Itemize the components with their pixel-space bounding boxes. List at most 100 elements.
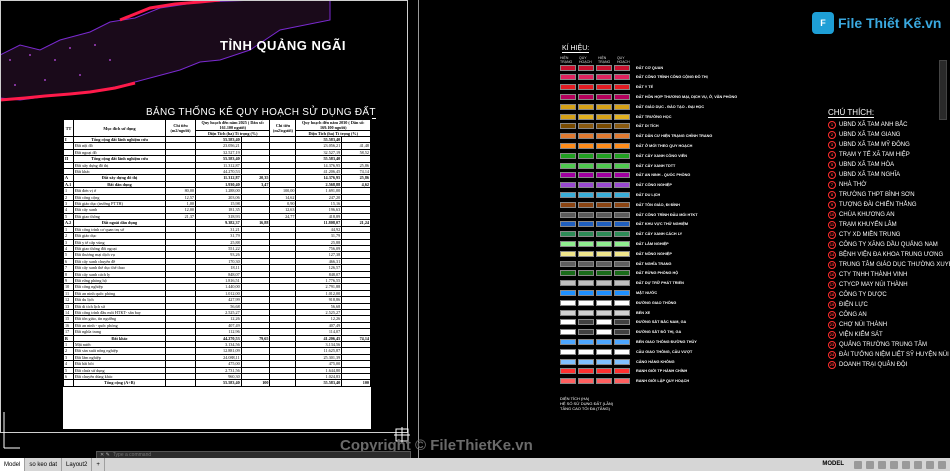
legend-swatch [560, 133, 576, 140]
col-norm-2030: Chỉ tiêu (m2/người) [269, 119, 297, 137]
site-logo: F File Thiết Kế.vn [812, 12, 941, 34]
note-number-badge: 20 [828, 310, 836, 319]
legend-swatch [560, 221, 576, 228]
note-item: 15 TRUNG TÂM GIÁO DỤC THƯỜNG XUYÊN [828, 260, 950, 269]
navigation-bar[interactable] [939, 60, 947, 120]
legend-swatch [560, 74, 576, 81]
legend-item-label: CẦU GIAO THÔNG, CẦU VƯỢT [636, 349, 693, 354]
legend-swatch [596, 289, 612, 296]
note-item: 16 CTY TNHH THÀNH VINH [828, 270, 907, 279]
legend-swatch [596, 103, 612, 110]
legend-swatch [596, 250, 612, 257]
legend-swatch [560, 368, 576, 375]
legend-item-label: RANH GIỚI TP HÀNH CHÍNH [636, 369, 688, 374]
legend-swatch [614, 358, 630, 365]
note-label: UBND XÃ TAM HÒA [839, 161, 895, 168]
legend-item-label: ĐẤT DU LỊCH [636, 192, 661, 197]
legend-swatch [614, 191, 630, 198]
legend-swatch [578, 211, 594, 218]
note-number-badge: 5 [828, 160, 836, 169]
table-body: I Tổng cộng đất lãnh nghiệm cứu 55.583,40 5… [63, 135, 371, 387]
legend-swatch [560, 338, 576, 345]
legend-swatch [596, 280, 612, 287]
legend-swatch [596, 319, 612, 326]
legend-swatch [596, 309, 612, 316]
legend-item: ĐẤT DU LỊCH [560, 191, 660, 198]
note-label: TƯỢNG ĐÀI CHIẾN THẮNG [839, 201, 917, 208]
tab-layout2[interactable]: Layout2 [62, 458, 93, 471]
polar-toggle-icon[interactable] [890, 460, 898, 469]
status-tools: MODEL [822, 460, 950, 469]
note-label: VIỆN KIỂM SÁT [839, 331, 883, 338]
note-item: 19 ĐIỆN LỰC [828, 300, 868, 309]
legend-swatch [560, 329, 576, 336]
tab-model[interactable]: Model [0, 458, 26, 471]
legend-swatch [578, 221, 594, 228]
legend-swatch [596, 113, 612, 120]
model-space-label[interactable]: MODEL [822, 461, 850, 469]
note-number-badge: 16 [828, 270, 836, 279]
cad-drawing-canvas[interactable]: TỈNH QUẢNG NGÃI BẢNG THỐNG KÊ QUY HOẠCH … [0, 0, 950, 458]
legend-swatch [596, 191, 612, 198]
legend-item: RANH GIỚI TP HÀNH CHÍNH [560, 368, 687, 375]
legend-item-label: ĐẤT NGHĨA TRANG [636, 261, 672, 266]
tab-layout-so-keo-dat[interactable]: so keo dat [25, 458, 63, 471]
legend-item: ĐƯỜNG SẮT ĐÔ THỊ, GA [560, 329, 681, 336]
legend-swatch [596, 358, 612, 365]
legend-swatch [578, 84, 594, 91]
note-label: ĐIỆN LỰC [839, 301, 868, 308]
note-item: 13 CÔNG TY XĂNG DẦU QUẢNG NAM [828, 240, 938, 249]
legend-swatch [560, 250, 576, 257]
note-item: 8 TRƯỜNG THPT BÌNH SƠN [828, 190, 915, 199]
legend-item-label: ĐẤT DÂN CƯ HIỆN TRẠNG CHỈNH TRANG [636, 134, 713, 139]
ortho-toggle-icon[interactable] [878, 460, 886, 469]
legend-title: KÍ HIỆU: [562, 45, 590, 53]
note-label: UBND XÃ TAM ANH BẮC [839, 121, 908, 128]
legend-swatch [596, 299, 612, 306]
logo-mark-icon: F [812, 12, 834, 34]
legend-item-label: ĐẤT CÂY XANH CÁCH LY [636, 232, 683, 237]
legend-swatch [560, 84, 576, 91]
legend-swatch [560, 289, 576, 296]
note-number-badge: 12 [828, 230, 836, 239]
legend-item: ĐẤT AN NINH - QUỐC PHÒNG [560, 172, 690, 179]
workspace-gear-icon[interactable] [926, 460, 934, 469]
snap-toggle-icon[interactable] [866, 460, 874, 469]
legend-swatch [578, 348, 594, 355]
legend-swatch [578, 280, 594, 287]
grid-toggle-icon[interactable] [854, 460, 862, 469]
add-layout-button[interactable]: + [92, 458, 105, 471]
legend-swatch [596, 152, 612, 159]
legend-item-label: ĐẤT GIÁO DỤC - ĐÀO TẠO - ĐẠI HỌC [636, 104, 705, 109]
legend-item-label: ĐẤT AN NINH - QUỐC PHÒNG [636, 173, 691, 178]
legend-swatch [578, 201, 594, 208]
legend-swatch [560, 64, 576, 71]
legend-swatch [596, 329, 612, 336]
legend-swatch [560, 142, 576, 149]
customize-menu-icon[interactable] [938, 460, 946, 469]
legend-swatch [614, 64, 630, 71]
legend-swatch [560, 103, 576, 110]
note-item: 25 DOANH TRẠI QUÂN ĐỘI [828, 360, 907, 369]
legend-item-label: ĐƯỜNG GIAO THÔNG [636, 300, 677, 305]
legend-item-label: ĐẤT DI TÍCH [636, 124, 659, 129]
legend-swatch [578, 270, 594, 277]
status-bar: Model so keo dat Layout2 + MODEL [0, 458, 950, 471]
legend-swatch [560, 280, 576, 287]
legend-swatch [614, 280, 630, 287]
annotation-scale-icon[interactable] [914, 460, 922, 469]
note-number-badge: 17 [828, 280, 836, 289]
note-label: QUẢNG TRƯỜNG TRUNG TÂM [839, 341, 927, 348]
legend-swatch [560, 260, 576, 267]
legend-item: MẶT NƯỚC [560, 289, 657, 296]
legend-swatch [596, 172, 612, 179]
table-cell [165, 379, 196, 387]
legend-swatch [578, 231, 594, 238]
legend-swatch [614, 133, 630, 140]
legend-swatch [614, 368, 630, 375]
osnap-toggle-icon[interactable] [902, 460, 910, 469]
legend-swatch [596, 74, 612, 81]
note-item: 24ĐÀI TƯỞNG NIỆM LIỆT SỸ HUYỆN NÚI THÀNH [828, 350, 950, 359]
note-label: CTY TNHH THÀNH VINH [839, 271, 908, 278]
legend-swatch [596, 64, 612, 71]
